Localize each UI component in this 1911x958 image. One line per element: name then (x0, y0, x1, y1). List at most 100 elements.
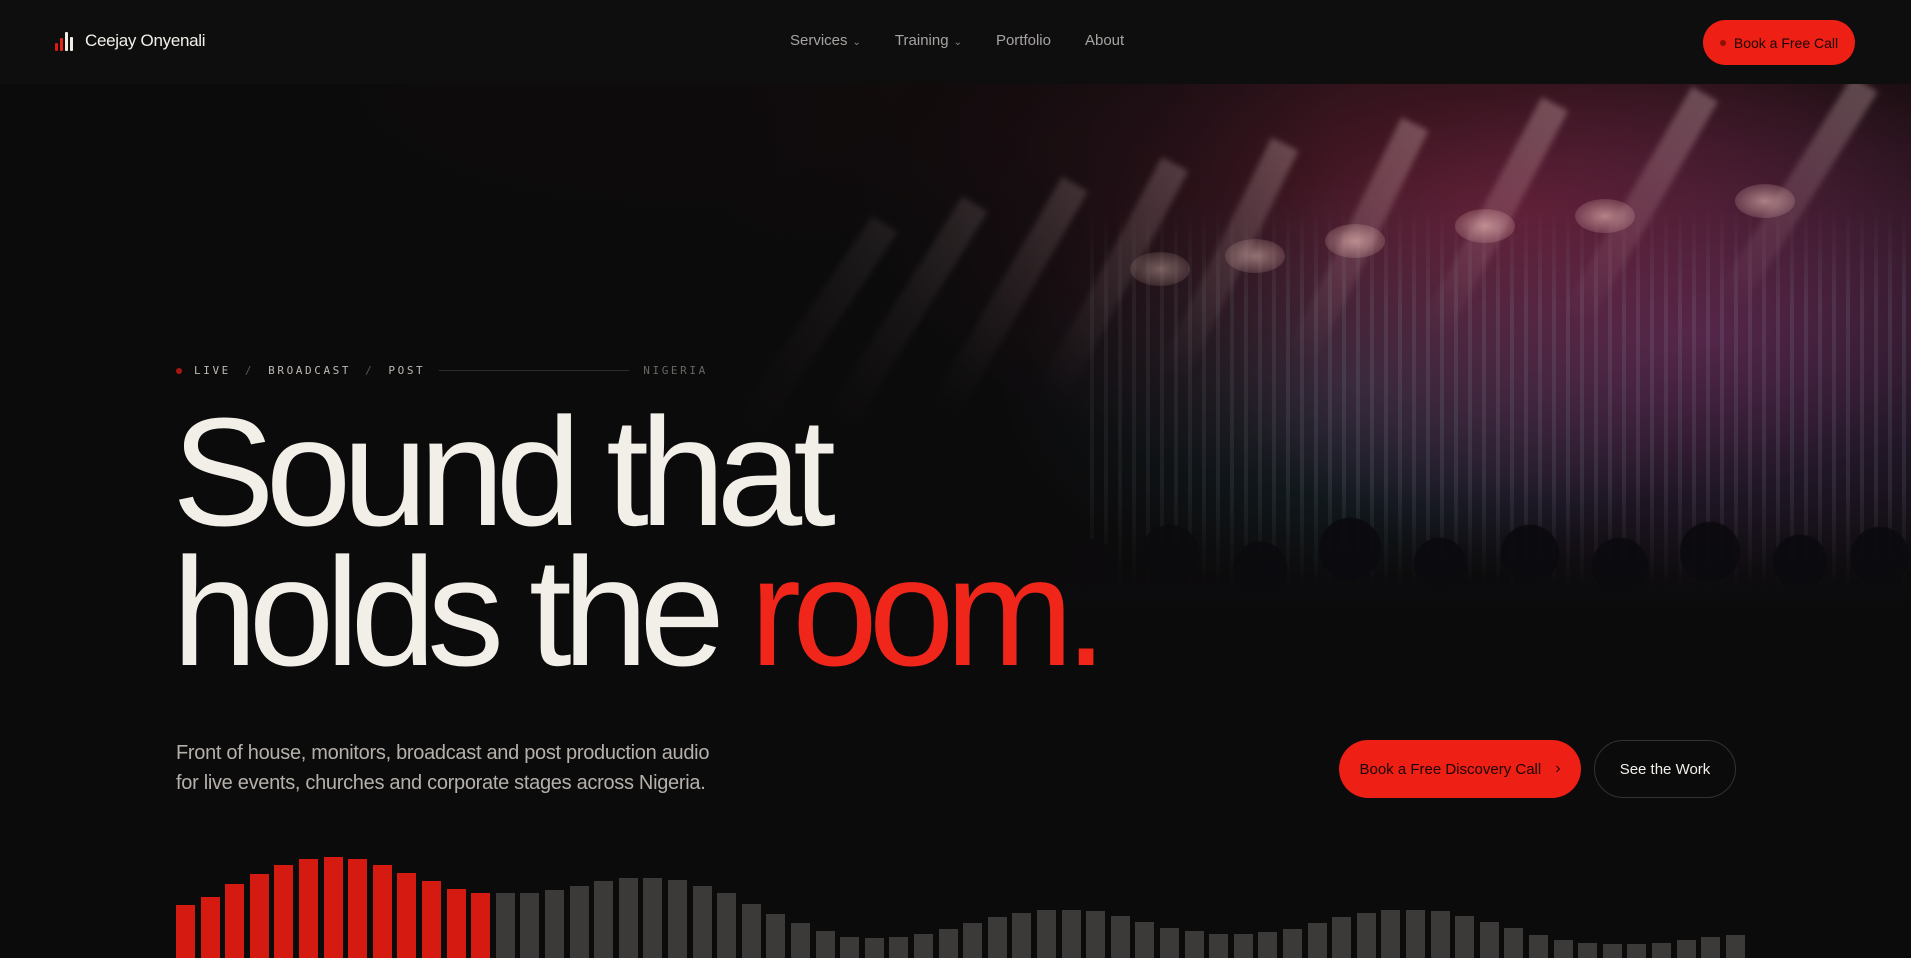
level-bar (1160, 928, 1179, 958)
nav-item-training[interactable]: Training ⌄ (895, 32, 962, 49)
eyebrow-separator: / (365, 364, 375, 377)
level-bar (1504, 928, 1524, 958)
level-bar (1184, 931, 1204, 958)
level-bar (1061, 910, 1081, 958)
eyebrow-tag: BROADCAST (268, 364, 352, 377)
level-bar (914, 934, 933, 958)
level-bar (372, 865, 392, 958)
level-bar (520, 893, 540, 958)
headline-accent-word: room. (749, 526, 1108, 698)
nav-item-about[interactable]: About (1085, 32, 1124, 49)
nav-item-services[interactable]: Services ⌄ (790, 32, 861, 49)
level-bar (1627, 944, 1647, 958)
nav-item-label: Training (894, 32, 949, 49)
level-bar (840, 937, 860, 958)
level-bar (569, 886, 589, 958)
level-bar (1135, 922, 1155, 958)
audio-level-visualizer (176, 857, 1745, 958)
nav-item-label: About (1084, 32, 1125, 49)
level-bar (741, 904, 761, 958)
level-bar (791, 923, 810, 958)
level-bar (1553, 940, 1573, 958)
level-bar (668, 880, 687, 958)
level-bar (1479, 922, 1499, 958)
eyebrow-location: NIGERIA (643, 364, 708, 377)
level-bar (422, 881, 441, 958)
level-bar (1602, 944, 1622, 958)
level-bar (299, 859, 318, 958)
level-bar (446, 889, 466, 958)
level-bar (225, 884, 245, 958)
level-bar (1012, 913, 1032, 958)
level-bar (889, 937, 909, 958)
see-the-work-button[interactable]: See the Work (1594, 740, 1736, 798)
level-bar (1381, 910, 1401, 958)
level-bar (1701, 937, 1721, 958)
hero-description-line-1: Front of house, monitors, broadcast and … (176, 742, 710, 764)
level-bar (987, 917, 1007, 958)
level-bar (274, 865, 294, 958)
level-bar (815, 931, 835, 958)
chevron-down-icon: ⌄ (852, 37, 861, 48)
brand-logo[interactable]: Ceejay Onyenali (55, 31, 206, 51)
see-the-work-label: See the Work (1619, 760, 1711, 778)
level-bar (717, 893, 737, 958)
status-dot (1719, 39, 1726, 46)
level-bar (864, 938, 884, 958)
level-bar (963, 923, 983, 958)
level-bar (766, 914, 786, 958)
nav-item-portfolio[interactable]: Portfolio (996, 32, 1051, 49)
main-nav: Services ⌄ Training ⌄ Portfolio About (790, 32, 1124, 49)
level-bar (1652, 943, 1671, 958)
level-bar (1529, 935, 1548, 958)
chevron-down-icon: ⌄ (953, 37, 962, 48)
eyebrow-separator: / (244, 364, 255, 377)
chevron-right-icon: › (1555, 760, 1561, 777)
level-bar (1258, 932, 1278, 958)
level-bar (545, 890, 564, 958)
hero-description: Front of house, monitors, broadcast and … (176, 738, 736, 798)
level-bar (618, 878, 638, 958)
book-discovery-call-label: Book a Free Discovery Call (1359, 760, 1542, 778)
eyebrow-tag: POST (388, 364, 426, 377)
level-bar (1676, 940, 1696, 958)
level-bar (1356, 913, 1376, 958)
nav-item-label: Services (790, 32, 848, 49)
level-bar (1233, 934, 1253, 958)
level-bar (200, 897, 220, 958)
book-call-button[interactable]: Book a Free Call (1703, 20, 1855, 65)
live-dot-icon (176, 367, 182, 374)
hero-headline: Sound that holds the room. (172, 395, 1107, 689)
level-bar (1430, 911, 1450, 958)
level-bar (692, 886, 712, 958)
level-bar (1086, 911, 1106, 958)
level-bar (1037, 910, 1056, 958)
eyebrow-divider (439, 370, 630, 371)
hero-eyebrow: LIVE / BROADCAST / POST NIGERIA (176, 364, 708, 377)
sound-bars-icon (55, 31, 75, 51)
level-bar (249, 874, 269, 958)
top-navigation-bar: Ceejay Onyenali Services ⌄ Training ⌄ Po… (0, 0, 1911, 84)
level-bar (1332, 917, 1352, 958)
level-bar (1283, 929, 1302, 958)
level-bar (1725, 935, 1745, 958)
level-bar (1578, 943, 1598, 958)
level-bar (594, 881, 614, 958)
hero-description-line-2: for live events, churches and corporate … (176, 772, 706, 794)
level-bar (938, 929, 958, 958)
level-bar (643, 878, 663, 958)
headline-line-2: holds the (172, 526, 750, 698)
eyebrow-tag: LIVE (194, 364, 231, 377)
level-bar (397, 873, 417, 958)
level-bar (1406, 910, 1425, 958)
level-bar (1110, 916, 1130, 958)
nav-item-label: Portfolio (995, 32, 1051, 49)
level-bar (1209, 934, 1229, 958)
level-bar (471, 893, 491, 958)
book-discovery-call-button[interactable]: Book a Free Discovery Call › (1339, 740, 1581, 798)
book-call-label: Book a Free Call (1733, 34, 1839, 51)
level-bar (348, 859, 368, 958)
level-bar (1455, 916, 1475, 958)
level-bar (176, 905, 195, 958)
level-bar (1307, 923, 1327, 958)
